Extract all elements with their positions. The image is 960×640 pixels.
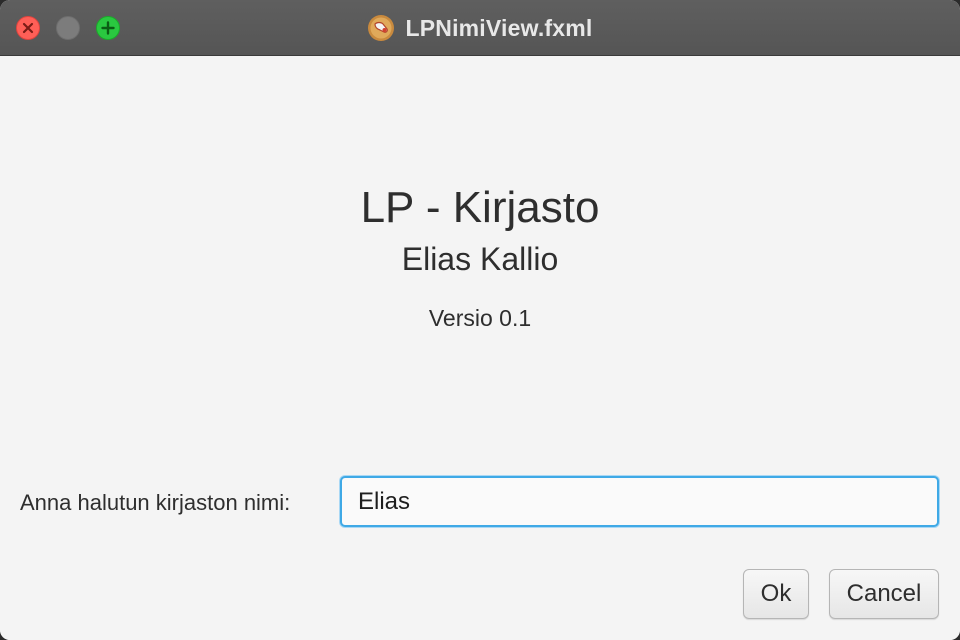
- duke-java-icon: [368, 15, 395, 41]
- app-heading: LP - Kirjasto: [360, 183, 600, 232]
- dialog-content: LP - Kirjasto Elias Kallio Versio 0.1 An…: [0, 57, 960, 640]
- ok-button[interactable]: Ok: [743, 569, 809, 619]
- window-title: LPNimiView.fxml: [405, 14, 593, 41]
- title-area: LPNimiView.fxml: [0, 0, 960, 56]
- cancel-button[interactable]: Cancel: [829, 569, 939, 619]
- dialog-window: LPNimiView.fxml LP - Kirjasto Elias Kall…: [0, 0, 960, 640]
- library-name-label: Anna halutun kirjaston nimi:: [20, 490, 291, 515]
- library-name-input[interactable]: [340, 476, 939, 527]
- title-bar[interactable]: LPNimiView.fxml: [0, 0, 960, 56]
- author-name: Elias Kallio: [401, 241, 559, 277]
- version-label: Versio 0.1: [428, 305, 532, 331]
